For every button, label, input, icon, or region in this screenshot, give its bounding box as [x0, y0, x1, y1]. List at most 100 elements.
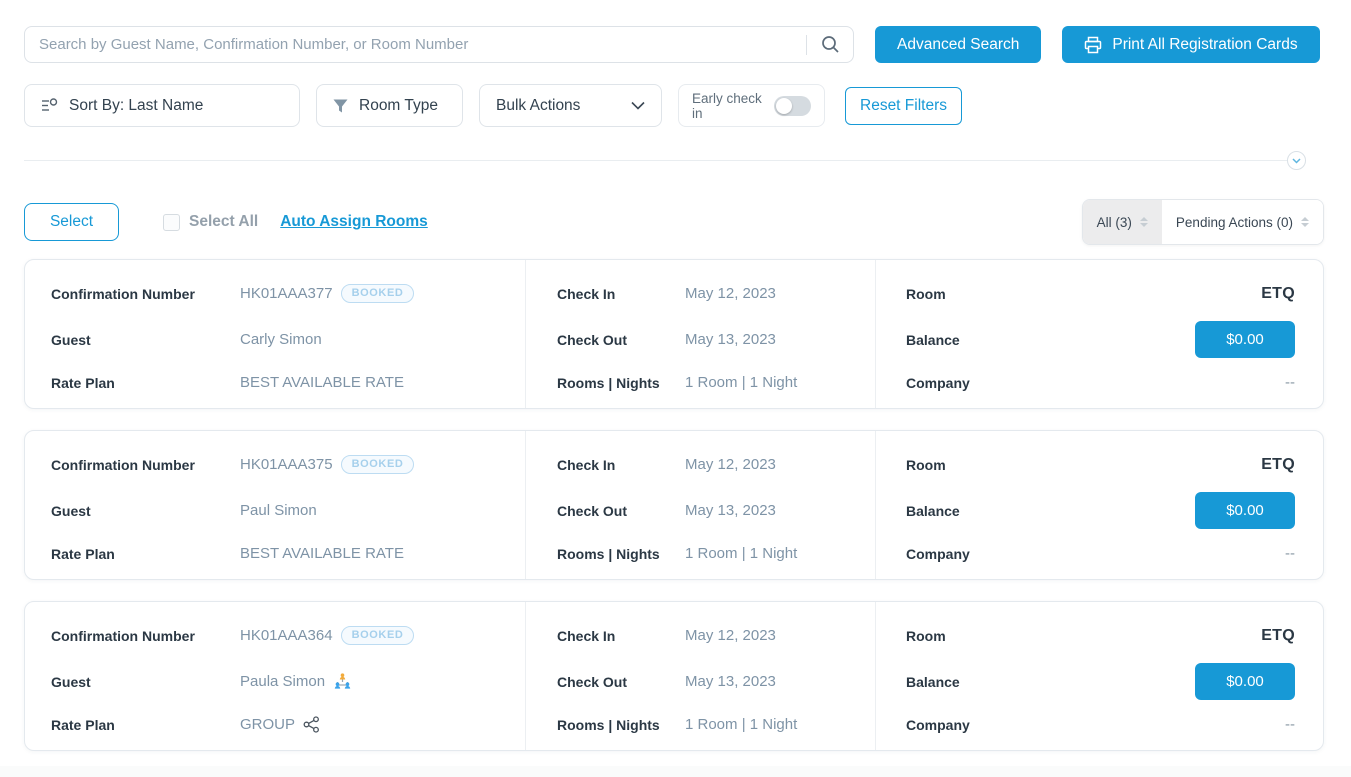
check-out-row: Check Out May 13, 2023 — [557, 659, 865, 704]
company-row: Company -- — [906, 362, 1295, 403]
check-in-label: Check In — [557, 628, 685, 644]
guest-name[interactable]: Paula Simon — [240, 673, 325, 690]
tab-all[interactable]: All (3) — [1083, 200, 1162, 244]
room-value: ETQ — [1261, 285, 1295, 303]
advanced-search-label: Advanced Search — [897, 36, 1019, 54]
balance-row: Balance $0.00 — [906, 488, 1295, 533]
card-guest-column: Confirmation Number HK01AAA377 BOOKED Gu… — [25, 260, 526, 408]
select-button[interactable]: Select — [24, 203, 119, 241]
balance-label: Balance — [906, 503, 960, 519]
advanced-search-button[interactable]: Advanced Search — [875, 26, 1041, 63]
guest-name[interactable]: Paul Simon — [240, 502, 317, 519]
rate-plan-value: GROUP — [240, 716, 295, 733]
rooms-nights-row: Rooms | Nights 1 Room | 1 Night — [557, 704, 865, 745]
card-dates-column: Check In May 12, 2023 Check Out May 13, … — [526, 431, 876, 579]
confirmation-row: Confirmation Number HK01AAA377 BOOKED — [51, 273, 515, 314]
check-in-label: Check In — [557, 286, 685, 302]
rate-plan-label: Rate Plan — [51, 717, 240, 733]
card-room-column: Room ETQ Balance $0.00 Company -- — [876, 431, 1323, 579]
company-label: Company — [906, 546, 970, 562]
balance-value: $0.00 — [1226, 502, 1264, 519]
bulk-actions-dropdown[interactable]: Bulk Actions — [479, 84, 662, 127]
balance-button[interactable]: $0.00 — [1195, 492, 1295, 529]
select-all-control[interactable]: Select All — [163, 213, 258, 231]
select-all-checkbox[interactable] — [163, 214, 180, 231]
guest-name[interactable]: Carly Simon — [240, 331, 322, 348]
rooms-nights-value: 1 Room | 1 Night — [685, 374, 797, 391]
sort-icon — [41, 98, 58, 113]
rate-plan-value: BEST AVAILABLE RATE — [240, 545, 404, 562]
guest-row: Guest Carly Simon — [51, 317, 515, 362]
room-row: Room ETQ — [906, 444, 1295, 485]
room-type-label: Room Type — [359, 97, 438, 115]
rooms-nights-label: Rooms | Nights — [557, 717, 685, 733]
reservation-card[interactable]: Confirmation Number HK01AAA364 BOOKED Gu… — [24, 601, 1324, 751]
balance-label: Balance — [906, 674, 960, 690]
balance-button[interactable]: $0.00 — [1195, 321, 1295, 358]
sort-by-dropdown[interactable]: Sort By: Last Name — [24, 84, 300, 127]
search-icon[interactable] — [807, 27, 853, 62]
rate-plan-label: Rate Plan — [51, 546, 240, 562]
check-in-row: Check In May 12, 2023 — [557, 615, 865, 656]
balance-value: $0.00 — [1226, 673, 1264, 690]
reservations-page: Advanced Search Print All Registration C… — [0, 0, 1351, 777]
room-row: Room ETQ — [906, 273, 1295, 314]
room-type-filter[interactable]: Room Type — [316, 84, 463, 127]
check-out-label: Check Out — [557, 674, 685, 690]
share-icon[interactable] — [303, 716, 320, 733]
early-check-in-filter: Early check in — [678, 84, 825, 127]
confirmation-number-value: HK01AAA375 BOOKED — [240, 455, 414, 474]
check-in-row: Check In May 12, 2023 — [557, 444, 865, 485]
filter-row: Sort By: Last Name Room Type Bulk Action… — [24, 84, 1324, 127]
company-value: -- — [1285, 716, 1295, 733]
search-box — [24, 26, 854, 63]
company-label: Company — [906, 717, 970, 733]
confirmation-number-text[interactable]: HK01AAA375 — [240, 456, 333, 473]
tab-pending-actions-label: Pending Actions (0) — [1176, 215, 1293, 230]
tab-pending-actions[interactable]: Pending Actions (0) — [1162, 200, 1323, 244]
check-out-row: Check Out May 13, 2023 — [557, 488, 865, 533]
card-room-column: Room ETQ Balance $0.00 Company -- — [876, 602, 1323, 750]
guest-label: Guest — [51, 674, 240, 690]
room-row: Room ETQ — [906, 615, 1295, 656]
rooms-nights-label: Rooms | Nights — [557, 546, 685, 562]
guest-label: Guest — [51, 503, 240, 519]
select-all-label: Select All — [189, 213, 258, 231]
reservation-card[interactable]: Confirmation Number HK01AAA375 BOOKED Gu… — [24, 430, 1324, 580]
sort-by-label: Sort By: Last Name — [69, 97, 203, 115]
confirmation-row: Confirmation Number HK01AAA364 BOOKED — [51, 615, 515, 656]
reservation-card-list: Confirmation Number HK01AAA377 BOOKED Gu… — [24, 259, 1324, 751]
search-input[interactable] — [25, 36, 806, 53]
print-all-registration-cards-button[interactable]: Print All Registration Cards — [1062, 26, 1319, 63]
confirmation-number-text[interactable]: HK01AAA377 — [240, 285, 333, 302]
rate-plan-row: Rate Plan GROUP — [51, 704, 515, 745]
select-label: Select — [50, 213, 93, 230]
toggle-knob — [776, 98, 792, 114]
confirmation-number-label: Confirmation Number — [51, 457, 240, 473]
sort-arrows-icon — [1140, 217, 1148, 227]
balance-button[interactable]: $0.00 — [1195, 663, 1295, 700]
early-check-in-toggle[interactable] — [774, 96, 811, 116]
balance-label: Balance — [906, 332, 960, 348]
reset-filters-button[interactable]: Reset Filters — [845, 87, 962, 125]
balance-row: Balance $0.00 — [906, 317, 1295, 362]
bulk-actions-label: Bulk Actions — [496, 97, 580, 115]
confirmation-number-value: HK01AAA377 BOOKED — [240, 284, 414, 303]
status-badge: BOOKED — [341, 455, 415, 474]
guest-row: Guest Paula Simon — [51, 659, 515, 704]
check-out-value: May 13, 2023 — [685, 673, 776, 690]
card-room-column: Room ETQ Balance $0.00 Company -- — [876, 260, 1323, 408]
reservation-card[interactable]: Confirmation Number HK01AAA377 BOOKED Gu… — [24, 259, 1324, 409]
auto-assign-rooms-link[interactable]: Auto Assign Rooms — [280, 213, 428, 231]
confirmation-number-value: HK01AAA364 BOOKED — [240, 626, 414, 645]
card-guest-column: Confirmation Number HK01AAA364 BOOKED Gu… — [25, 602, 526, 750]
rooms-nights-value: 1 Room | 1 Night — [685, 545, 797, 562]
rate-plan-value: BEST AVAILABLE RATE — [240, 374, 404, 391]
confirmation-number-text[interactable]: HK01AAA364 — [240, 627, 333, 644]
divider-line — [24, 160, 1297, 161]
list-toolbar: Select Select All Auto Assign Rooms All … — [24, 199, 1324, 245]
list-tabs: All (3) Pending Actions (0) — [1082, 199, 1324, 245]
rooms-nights-row: Rooms | Nights 1 Room | 1 Night — [557, 362, 865, 403]
status-badge: BOOKED — [341, 626, 415, 645]
collapse-chevron-icon[interactable] — [1287, 151, 1306, 170]
